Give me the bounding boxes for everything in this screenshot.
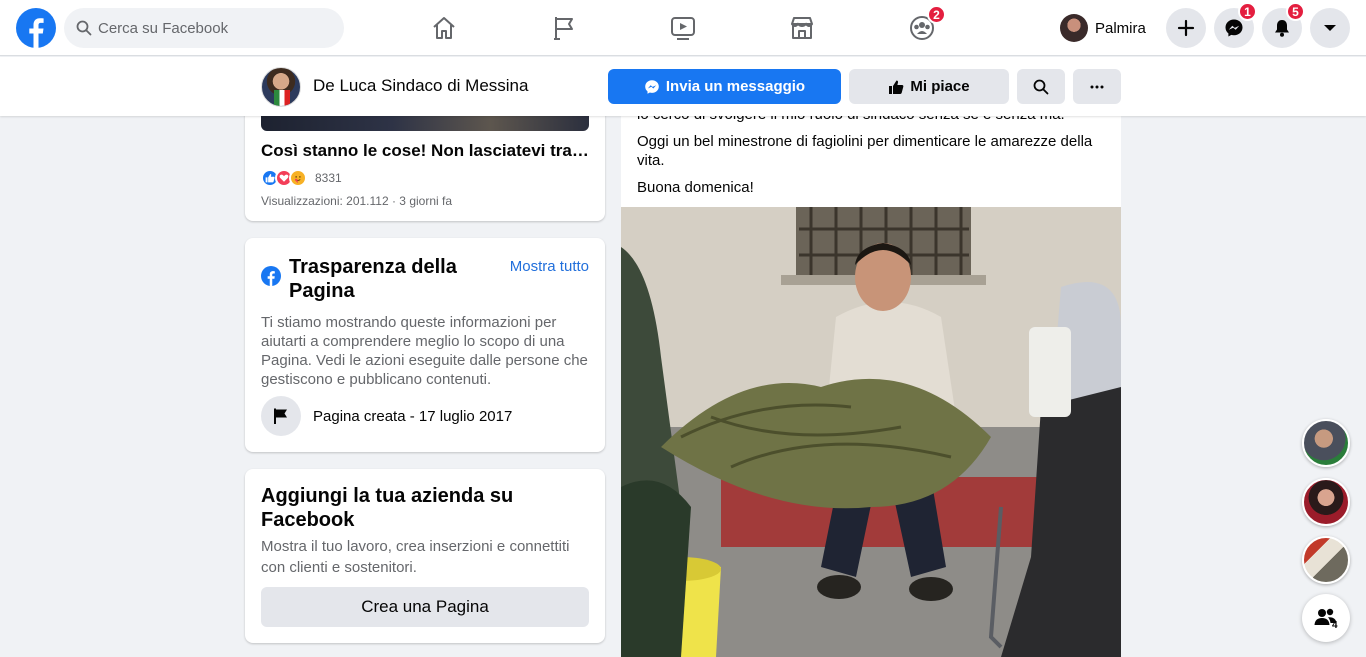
post-text-line: Oggi un bel minestrone di fagiolini per … (637, 133, 1093, 169)
search-box[interactable] (64, 8, 344, 48)
marketplace-icon (791, 17, 813, 39)
search-icon (76, 20, 92, 36)
like-label: Mi piace (910, 78, 970, 95)
post-text-cut-line: io cerco di svolgere il mio ruolo di sin… (637, 116, 1105, 124)
like-page-button[interactable]: Mi piace (849, 69, 1009, 104)
messenger-icon (1225, 19, 1243, 37)
nav-groups[interactable]: 2 (866, 4, 978, 52)
video-title[interactable]: Così stanno le cose! Non lasciatevi tras… (261, 141, 589, 161)
care-reaction-icon (289, 169, 307, 187)
top-navigation-bar: 2 Palmira 1 5 (0, 0, 1366, 56)
video-meta: Visualizzazioni: 201.112 · 3 giorni fa (261, 194, 453, 208)
post-photo-illustration (621, 207, 1121, 657)
transparency-title: Trasparenza della Pagina (289, 256, 457, 302)
chevron-down-icon (1324, 25, 1336, 31)
business-title: Aggiungi la tua azienda su Facebook (261, 485, 514, 531)
video-reactions[interactable]: 8331 (261, 169, 342, 187)
bell-icon (1275, 20, 1289, 37)
contact-avatar-1[interactable] (1302, 419, 1350, 467)
notifications-badge: 5 (1286, 2, 1305, 21)
page-transparency-card: Trasparenza della Pagina Mostra tutto Ti… (245, 238, 605, 452)
post-card: io cerco di svolgere il mio ruolo di sin… (621, 116, 1121, 657)
more-dots-icon (1090, 85, 1104, 88)
create-button[interactable] (1166, 8, 1206, 48)
profile-button[interactable]: Palmira (1056, 10, 1154, 46)
business-description: Mostra il tuo lavoro, crea inserzioni e … (261, 538, 570, 576)
see-all-link[interactable]: Mostra tutto (510, 258, 589, 275)
facebook-logo-icon[interactable] (16, 8, 56, 48)
contact-avatar-2[interactable] (1302, 478, 1350, 526)
send-message-button[interactable]: Invia un messaggio (608, 69, 841, 104)
reaction-count: 8331 (315, 171, 342, 185)
watch-video-icon (671, 17, 695, 40)
more-options-button[interactable] (1073, 69, 1121, 104)
thumbs-up-icon (889, 80, 904, 94)
contact-avatar-3[interactable] (1302, 536, 1350, 584)
video-card[interactable]: Così stanno le cose! Non lasciatevi tras… (245, 100, 605, 221)
user-avatar (1060, 14, 1088, 42)
page-created-date: Pagina creata - 17 luglio 2017 (313, 407, 513, 425)
post-text-greeting: Buona domenica! (637, 179, 754, 196)
flag-icon (261, 396, 301, 436)
search-input[interactable] (98, 19, 328, 37)
nav-marketplace[interactable] (746, 4, 858, 52)
nav-home[interactable] (388, 4, 500, 52)
page-avatar[interactable] (261, 67, 301, 107)
page-name[interactable]: De Luca Sindaco di Messina (313, 76, 528, 96)
contacts-button[interactable]: 4 (1302, 594, 1350, 642)
video-thumbnail[interactable] (261, 116, 589, 131)
notifications-button[interactable]: 5 (1262, 2, 1305, 48)
account-menu-button[interactable] (1310, 8, 1350, 48)
messenger-badge: 1 (1238, 2, 1257, 21)
post-text: io cerco di svolgere il mio ruolo di sin… (621, 116, 1121, 197)
contacts-count: 4 (1332, 620, 1338, 631)
nav-watch[interactable] (627, 4, 739, 52)
messenger-button[interactable]: 1 (1214, 2, 1257, 48)
add-business-card: Aggiungi la tua azienda su Facebook Most… (245, 469, 605, 643)
home-icon (433, 17, 455, 39)
page-created-row: Pagina creata - 17 luglio 2017 (261, 396, 512, 436)
user-name: Palmira (1095, 19, 1146, 37)
groups-badge: 2 (927, 5, 946, 24)
create-page-button[interactable]: Crea una Pagina (261, 587, 589, 627)
send-message-label: Invia un messaggio (665, 78, 806, 95)
post-photo[interactable] (621, 207, 1121, 657)
nav-pages[interactable] (508, 4, 620, 52)
search-icon (1033, 79, 1049, 94)
messenger-icon (645, 79, 659, 94)
transparency-description: Ti stiamo mostrando queste informazioni … (261, 314, 588, 388)
pages-flag-icon (554, 17, 573, 40)
plus-icon (1177, 19, 1195, 37)
page-header-bar: De Luca Sindaco di Messina Invia un mess… (0, 57, 1366, 116)
facebook-logo-icon (261, 266, 281, 286)
page-search-button[interactable] (1017, 69, 1065, 104)
